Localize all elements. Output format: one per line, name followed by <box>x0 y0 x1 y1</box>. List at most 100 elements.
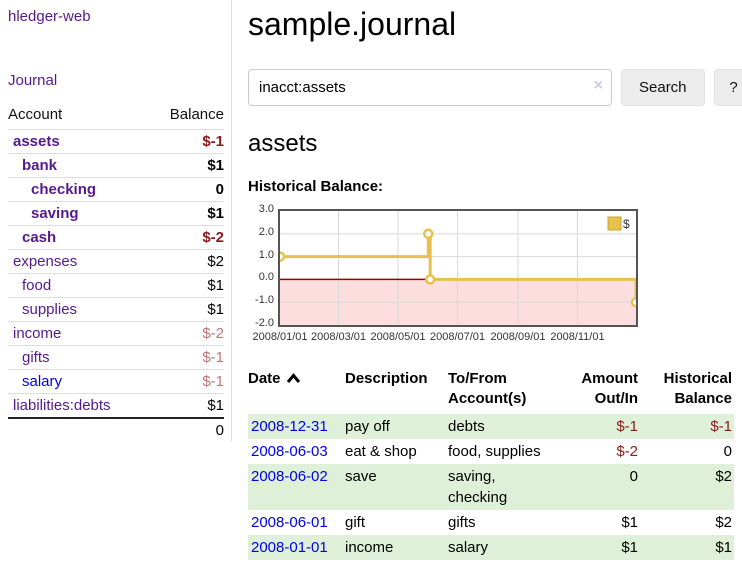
chart-xtick-label: 2008/09/01 <box>490 331 545 343</box>
register-date-cell: 2008-01-01 <box>248 535 345 560</box>
accounts-col-balance: Balance <box>149 104 224 130</box>
register-col-description: Description <box>345 367 448 414</box>
chart-ytick-label: 2.0 <box>248 226 274 238</box>
register-description-cell: gift <box>345 510 448 535</box>
transaction-date-link[interactable]: 2008-06-02 <box>251 468 328 485</box>
register-balance-cell: $2 <box>640 510 734 535</box>
sidebar-account-link[interactable]: assets <box>13 133 60 150</box>
sidebar-account-link[interactable]: supplies <box>22 301 77 318</box>
chart-ytick-label: -2.0 <box>248 317 274 329</box>
sidebar-account-balance: $1 <box>149 394 224 419</box>
sidebar-account-link[interactable]: expenses <box>13 253 77 270</box>
register-amount-cell: $-2 <box>568 439 640 464</box>
register-accounts-cell: salary <box>448 535 568 560</box>
chart-xtick-label: 2008/05/01 <box>370 331 425 343</box>
sidebar-account-balance: $1 <box>149 274 224 298</box>
register-accounts-cell: debts <box>448 414 568 439</box>
account-name-cell: cash <box>8 226 149 250</box>
register-date-cell: 2008-06-02 <box>248 464 345 510</box>
account-name-cell: food <box>8 274 149 298</box>
account-row: income $-2 <box>8 322 224 346</box>
sidebar-account-balance: $1 <box>149 298 224 322</box>
register-table-body: 2008-12-31pay offdebts$-1$-12008-06-03ea… <box>248 414 734 560</box>
register-description-cell: income <box>345 535 448 560</box>
account-name-cell: assets <box>8 130 149 154</box>
register-accounts-cell: saving,checking <box>448 464 568 510</box>
accounts-table: Account Balance assets$-1bank$1checking0… <box>8 104 224 442</box>
transaction-date-link[interactable]: 2008-06-03 <box>251 443 328 460</box>
register-table: DateDescriptionTo/FromAccount(s)AmountOu… <box>248 367 734 560</box>
chart: $ 3.02.01.00.0-1.0-2.02008/01/012008/03/… <box>248 205 648 347</box>
search-input[interactable] <box>248 69 612 106</box>
chart-xtick-label: 2008/03/01 <box>311 331 366 343</box>
sidebar-account-link[interactable]: cash <box>22 229 56 246</box>
sidebar-account-link[interactable]: bank <box>22 157 57 174</box>
account-row: bank $1 <box>8 154 224 178</box>
chart-ytick-label: -1.0 <box>248 294 274 306</box>
search-button[interactable]: Search <box>621 69 705 106</box>
account-heading: assets <box>248 130 742 158</box>
register-row: 2008-12-31pay offdebts$-1$-1 <box>248 414 734 439</box>
accounts-col-account: Account <box>8 104 149 130</box>
register-row: 2008-01-01incomesalary$1$1 <box>248 535 734 560</box>
register-balance-cell: 0 <box>640 439 734 464</box>
accounts-table-body: assets$-1bank$1checking0saving$1cash$-2e… <box>8 130 224 419</box>
account-name-cell: checking <box>8 178 149 202</box>
transaction-date-link[interactable]: 2008-01-01 <box>251 539 328 556</box>
chart-data-point <box>426 275 434 283</box>
sidebar: hledger-web Journal Account Balance asse… <box>0 0 232 441</box>
journal-link[interactable]: Journal <box>8 72 223 89</box>
chart-xtick-label: 2008/01/01 <box>252 331 307 343</box>
sidebar-account-balance: $-2 <box>149 226 224 250</box>
sidebar-account-balance: $2 <box>149 250 224 274</box>
sidebar-account-link[interactable]: income <box>13 325 61 342</box>
sidebar-account-link[interactable]: food <box>22 277 51 294</box>
page-title: sample.journal <box>248 6 742 43</box>
sidebar-account-balance: $-1 <box>149 130 224 154</box>
chart-data-point <box>424 230 432 238</box>
sidebar-account-balance: $1 <box>149 154 224 178</box>
register-description-cell: pay off <box>345 414 448 439</box>
sidebar-account-balance: $-1 <box>149 346 224 370</box>
accounts-total-balance: 0 <box>149 418 224 442</box>
account-row: assets $-1 <box>8 130 224 154</box>
transaction-date-link[interactable]: 2008-12-31 <box>251 418 328 435</box>
account-row: cash $-2 <box>8 226 224 250</box>
sidebar-account-link[interactable]: gifts <box>22 349 50 366</box>
register-date-cell: 2008-12-31 <box>248 414 345 439</box>
register-col-date[interactable]: Date <box>248 367 345 414</box>
sidebar-account-link[interactable]: saving <box>31 205 79 222</box>
sidebar-account-link[interactable]: salary <box>22 373 62 390</box>
register-balance-cell: $-1 <box>640 414 734 439</box>
register-description-cell: eat & shop <box>345 439 448 464</box>
app-title-link[interactable]: hledger-web <box>8 8 223 25</box>
register-row: 2008-06-02savesaving,checking0$2 <box>248 464 734 510</box>
chart-xtick-label: 2008/07/01 <box>430 331 485 343</box>
register-balance-cell: $2 <box>640 464 734 510</box>
register-col-amount: AmountOut/In <box>568 367 640 414</box>
account-row: supplies $1 <box>8 298 224 322</box>
chart-legend-swatch <box>608 217 621 230</box>
sidebar-account-link[interactable]: checking <box>31 181 96 198</box>
clear-search-icon[interactable]: × <box>594 78 603 94</box>
account-name-cell: salary <box>8 370 149 394</box>
sidebar-account-balance: $-1 <box>149 370 224 394</box>
register-balance-cell: $1 <box>640 535 734 560</box>
sidebar-account-link[interactable]: liabilities:debts <box>13 397 111 414</box>
search-input-wrap: × <box>248 69 612 106</box>
register-amount-cell: 0 <box>568 464 640 510</box>
account-row: food $1 <box>8 274 224 298</box>
account-name-cell: gifts <box>8 346 149 370</box>
sidebar-account-balance: $-2 <box>149 322 224 346</box>
register-row: 2008-06-03eat & shopfood, supplies$-20 <box>248 439 734 464</box>
account-row: checking0 <box>8 178 224 202</box>
account-name-cell: saving <box>8 202 149 226</box>
register-date-cell: 2008-06-03 <box>248 439 345 464</box>
chevron-up-icon <box>286 373 301 384</box>
account-name-cell: expenses <box>8 250 149 274</box>
transaction-date-link[interactable]: 2008-06-01 <box>251 514 328 531</box>
register-col-accounts: To/FromAccount(s) <box>448 367 568 414</box>
account-row: salary $-1 <box>8 370 224 394</box>
help-button[interactable]: ? <box>714 69 742 106</box>
register-row: 2008-06-01giftgifts$1$2 <box>248 510 734 535</box>
